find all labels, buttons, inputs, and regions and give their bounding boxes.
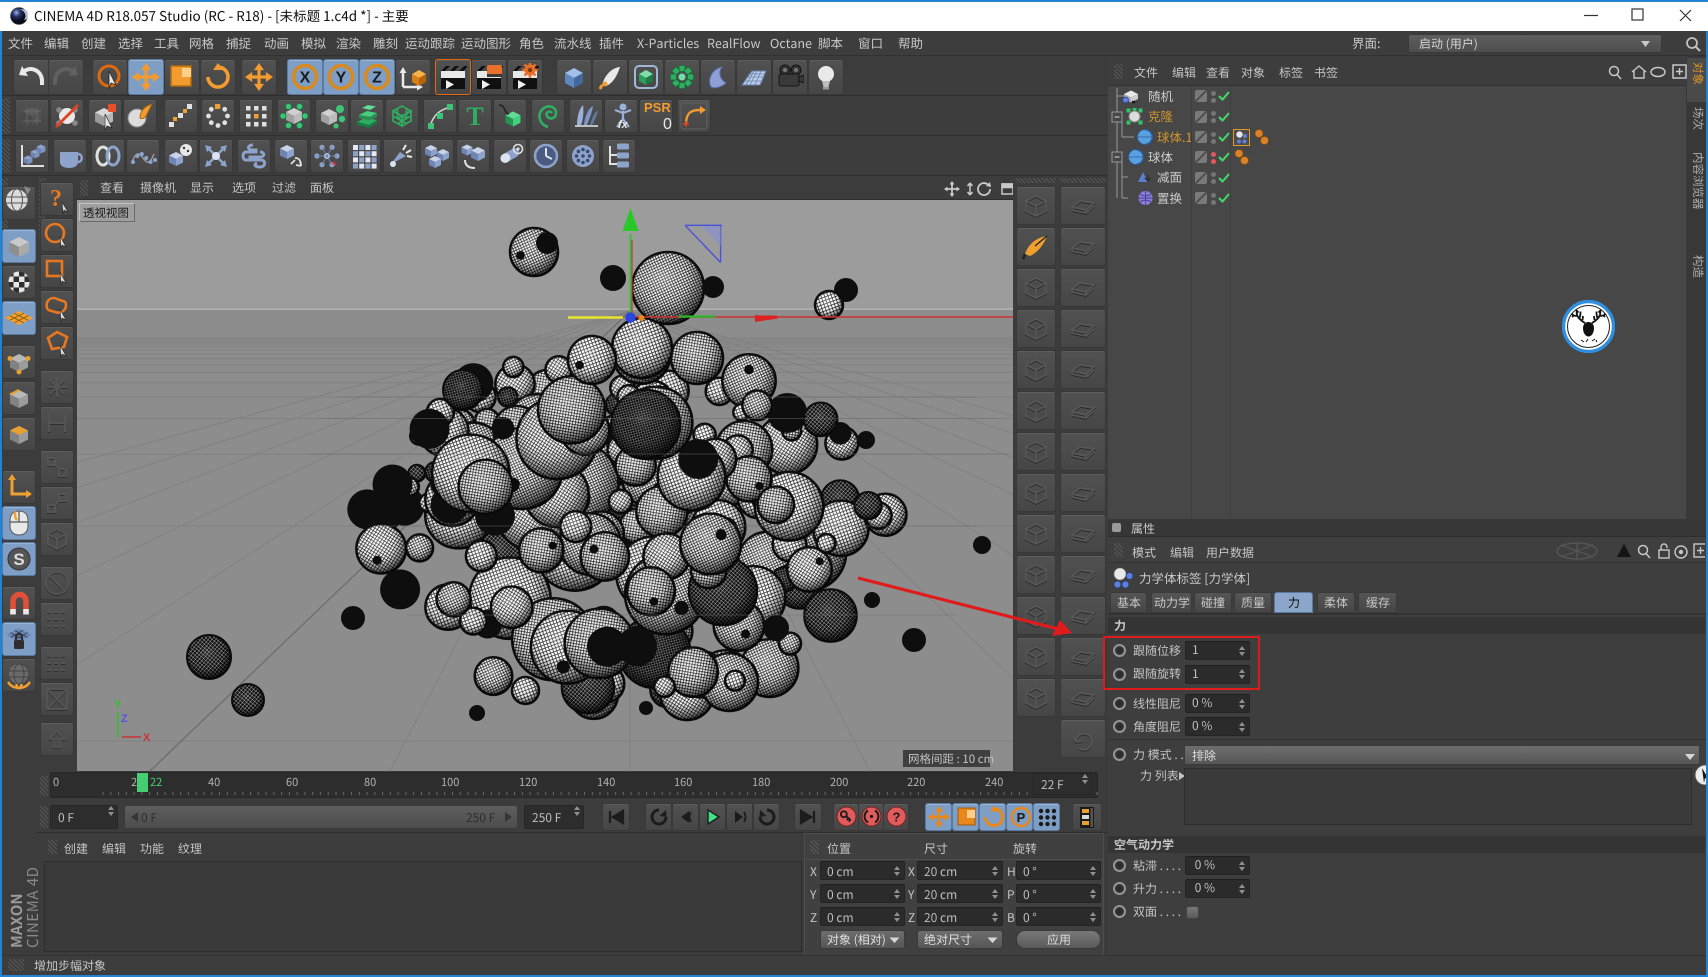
svg-text:?: ?	[50, 186, 62, 212]
svg-text:fx: fx	[618, 119, 629, 130]
svg-text:T: T	[466, 102, 483, 130]
svg-text:?: ?	[893, 810, 901, 825]
svg-text:P: P	[1017, 810, 1026, 825]
svg-text:PSR: PSR	[644, 100, 671, 115]
svg-text:S: S	[13, 550, 24, 569]
svg-text:Y: Y	[336, 70, 347, 87]
svg-text:Y: Y	[114, 699, 122, 711]
svg-text:Z: Z	[372, 70, 382, 87]
svg-text:X: X	[300, 70, 311, 87]
svg-text:0: 0	[663, 116, 672, 133]
svg-text:X: X	[143, 732, 151, 744]
svg-text:Z: Z	[121, 713, 128, 725]
